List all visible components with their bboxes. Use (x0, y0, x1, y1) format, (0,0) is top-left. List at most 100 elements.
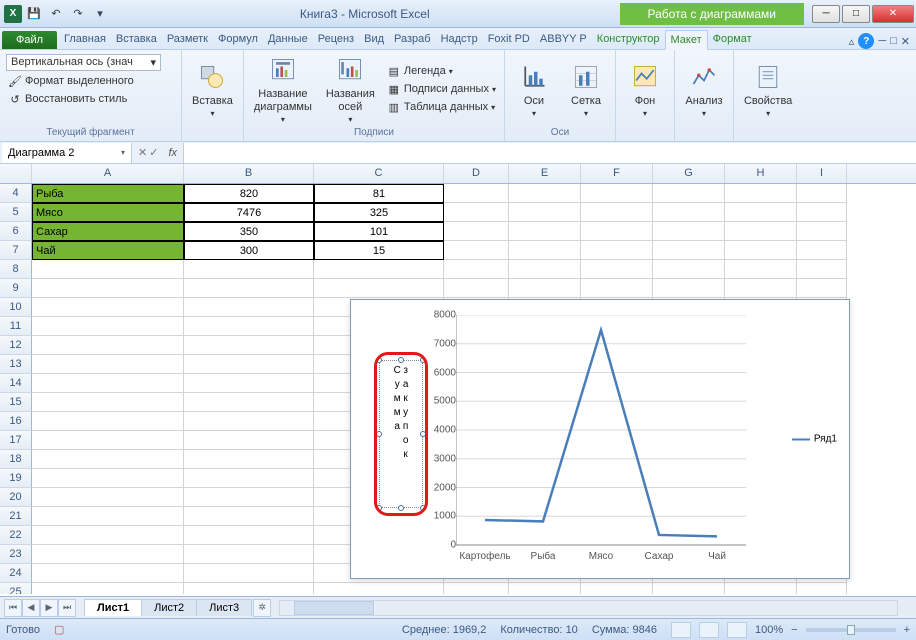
row-header[interactable]: 12 (0, 336, 32, 355)
cell[interactable] (184, 393, 314, 412)
cell[interactable]: 15 (314, 241, 444, 260)
cell[interactable] (581, 241, 653, 260)
tab-foxit pd[interactable]: Foxit PD (483, 30, 535, 49)
cell[interactable] (581, 222, 653, 241)
row-header[interactable]: 23 (0, 545, 32, 564)
cell[interactable] (184, 431, 314, 450)
file-tab[interactable]: Файл (2, 31, 57, 49)
qat-dropdown-icon[interactable]: ▾ (90, 4, 110, 24)
horizontal-scrollbar[interactable] (279, 600, 898, 616)
col-header-F[interactable]: F (581, 164, 653, 183)
cell[interactable] (653, 222, 725, 241)
cell[interactable] (725, 203, 797, 222)
row-header[interactable]: 7 (0, 241, 32, 260)
cell[interactable] (32, 374, 184, 393)
cell[interactable] (32, 583, 184, 594)
cell[interactable] (184, 260, 314, 279)
cell[interactable] (797, 222, 847, 241)
cell[interactable] (797, 279, 847, 298)
worksheet-grid[interactable]: ABCDEFGHI 4Рыба820815Мясо74763256Сахар35… (0, 164, 916, 594)
cell[interactable]: 81 (314, 184, 444, 203)
name-box[interactable]: Диаграмма 2▾ (2, 143, 132, 163)
col-header-G[interactable]: G (653, 164, 725, 183)
row-header[interactable]: 6 (0, 222, 32, 241)
cell[interactable] (184, 564, 314, 583)
cell[interactable] (32, 260, 184, 279)
cell[interactable] (32, 469, 184, 488)
col-header-I[interactable]: I (797, 164, 847, 183)
cell[interactable] (184, 412, 314, 431)
cell[interactable]: 7476 (184, 203, 314, 222)
tab-вид[interactable]: Вид (359, 30, 389, 49)
cell[interactable] (581, 583, 653, 594)
row-header[interactable]: 19 (0, 469, 32, 488)
cell[interactable] (184, 545, 314, 564)
tab-данные[interactable]: Данные (263, 30, 313, 49)
cell[interactable] (184, 298, 314, 317)
row-header[interactable]: 25 (0, 583, 32, 594)
cell[interactable] (725, 241, 797, 260)
row-header[interactable]: 4 (0, 184, 32, 203)
analysis-button[interactable]: Анализ▾ (681, 59, 727, 120)
axes-button[interactable]: Оси▾ (511, 59, 557, 120)
legend-button[interactable]: ▤Легенда ▾ (385, 63, 498, 79)
tab-надстр[interactable]: Надстр (436, 30, 483, 49)
row-header[interactable]: 15 (0, 393, 32, 412)
tab-формат[interactable]: Формат (708, 30, 757, 49)
cell[interactable] (32, 336, 184, 355)
gridlines-button[interactable]: Сетка▾ (563, 59, 609, 120)
sheet-tab-Лист2[interactable]: Лист2 (141, 599, 197, 616)
cell[interactable] (184, 488, 314, 507)
cell[interactable] (444, 260, 509, 279)
cell[interactable] (32, 564, 184, 583)
cell[interactable] (725, 279, 797, 298)
doc-close-icon[interactable]: ✕ (901, 35, 910, 48)
cell[interactable]: 300 (184, 241, 314, 260)
zoom-slider[interactable] (806, 628, 896, 632)
row-header[interactable]: 13 (0, 355, 32, 374)
cell[interactable] (509, 260, 581, 279)
chart-element-selector[interactable]: Вертикальная ось (знач▾ (6, 54, 161, 71)
zoom-level[interactable]: 100% (755, 624, 783, 636)
cell[interactable] (32, 507, 184, 526)
sheet-nav-next[interactable]: ▶ (40, 599, 58, 617)
cell[interactable] (184, 317, 314, 336)
row-header[interactable]: 11 (0, 317, 32, 336)
cell[interactable] (797, 241, 847, 260)
col-header-H[interactable]: H (725, 164, 797, 183)
save-icon[interactable]: 💾 (24, 4, 44, 24)
help-icon[interactable]: ? (858, 33, 874, 49)
cell[interactable] (314, 279, 444, 298)
format-selection-button[interactable]: 🖌Формат выделенного (6, 73, 136, 89)
cell[interactable] (725, 222, 797, 241)
cell[interactable]: Рыба (32, 184, 184, 203)
formula-input[interactable] (183, 143, 916, 163)
undo-icon[interactable]: ↶ (46, 4, 66, 24)
data-labels-button[interactable]: ▦Подписи данных ▾ (385, 81, 498, 97)
zoom-in-button[interactable]: + (904, 624, 910, 636)
axis-title-textbox[interactable]: Сумма закупок (379, 360, 423, 508)
chart-legend[interactable]: Ряд1 (792, 434, 837, 445)
cell[interactable] (444, 222, 509, 241)
cell[interactable] (725, 184, 797, 203)
sheet-nav-prev[interactable]: ◀ (22, 599, 40, 617)
chart-plot-area[interactable] (456, 315, 746, 550)
sheet-tab-Лист3[interactable]: Лист3 (196, 599, 252, 616)
tab-abbyy p[interactable]: ABBYY P (535, 30, 592, 49)
close-button[interactable]: ✕ (872, 5, 914, 23)
cell[interactable] (509, 184, 581, 203)
row-header[interactable]: 14 (0, 374, 32, 393)
row-header[interactable]: 22 (0, 526, 32, 545)
cell[interactable] (32, 317, 184, 336)
cell[interactable] (32, 450, 184, 469)
axis-titles-button[interactable]: Названия осей▾ (322, 52, 379, 125)
cell[interactable] (444, 203, 509, 222)
cell[interactable]: Сахар (32, 222, 184, 241)
cell[interactable] (797, 583, 847, 594)
cell[interactable] (581, 184, 653, 203)
insert-shapes-button[interactable]: Вставка▾ (188, 59, 237, 120)
minimize-button[interactable]: ─ (812, 5, 840, 23)
cell[interactable]: 820 (184, 184, 314, 203)
row-header[interactable]: 18 (0, 450, 32, 469)
row-header[interactable]: 8 (0, 260, 32, 279)
